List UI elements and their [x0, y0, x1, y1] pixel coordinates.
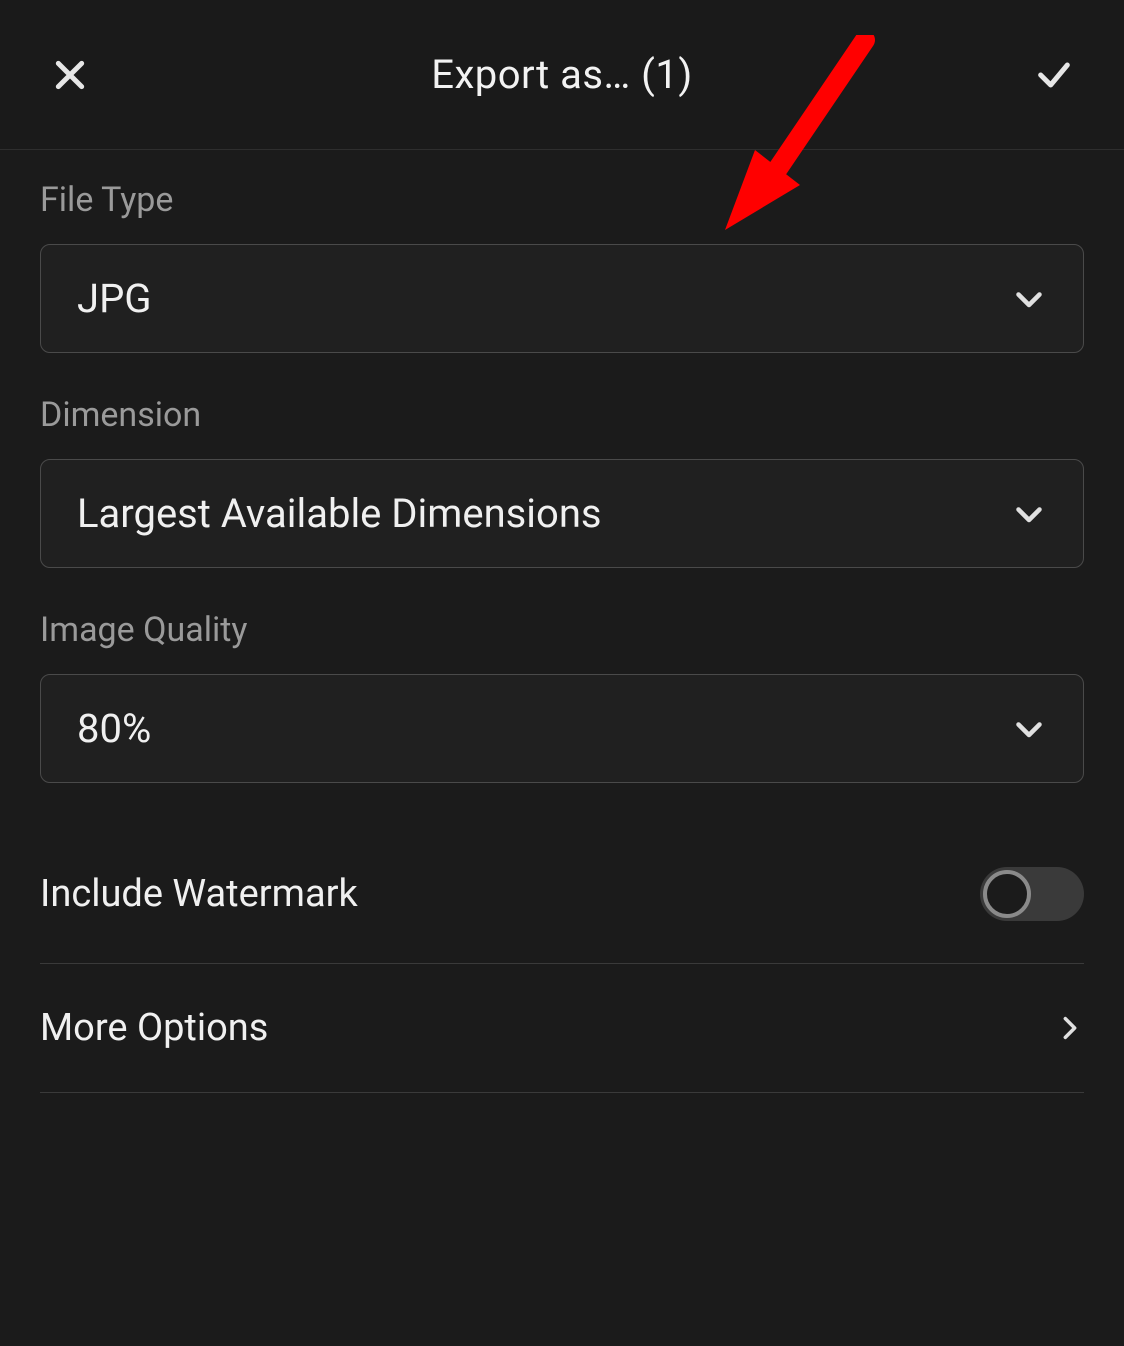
close-icon: [50, 55, 90, 95]
image-quality-value: 80%: [77, 705, 151, 752]
chevron-right-icon: [1056, 1014, 1084, 1042]
image-quality-group: Image Quality 80%: [40, 610, 1084, 783]
image-quality-label: Image Quality: [40, 610, 1084, 650]
confirm-button[interactable]: [1024, 45, 1084, 105]
dialog-header: Export as… (1): [0, 0, 1124, 150]
chevron-down-icon: [1011, 281, 1047, 317]
close-button[interactable]: [40, 45, 100, 105]
include-watermark-row: Include Watermark: [40, 825, 1084, 964]
dialog-title: Export as… (1): [431, 51, 693, 98]
dimension-group: Dimension Largest Available Dimensions: [40, 395, 1084, 568]
dimension-dropdown[interactable]: Largest Available Dimensions: [40, 459, 1084, 568]
file-type-value: JPG: [77, 275, 152, 322]
toggle-knob: [983, 870, 1031, 918]
dialog-content: File Type JPG Dimension Largest Availabl…: [0, 150, 1124, 1093]
chevron-down-icon: [1011, 711, 1047, 747]
check-icon: [1034, 55, 1074, 95]
watermark-label: Include Watermark: [40, 872, 358, 916]
file-type-group: File Type JPG: [40, 180, 1084, 353]
image-quality-dropdown[interactable]: 80%: [40, 674, 1084, 783]
more-options-row[interactable]: More Options: [40, 964, 1084, 1093]
chevron-down-icon: [1011, 496, 1047, 532]
watermark-toggle[interactable]: [980, 867, 1084, 921]
dimension-value: Largest Available Dimensions: [77, 490, 602, 537]
file-type-dropdown[interactable]: JPG: [40, 244, 1084, 353]
more-options-label: More Options: [40, 1006, 268, 1050]
file-type-label: File Type: [40, 180, 1084, 220]
dimension-label: Dimension: [40, 395, 1084, 435]
